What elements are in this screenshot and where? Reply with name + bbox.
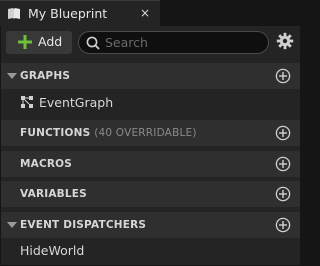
close-icon[interactable]: × xyxy=(138,5,152,21)
category-macros[interactable]: MACROS xyxy=(1,151,300,177)
list-item-label: EventGraph xyxy=(39,95,114,110)
tab-my-blueprint[interactable]: My Blueprint × xyxy=(0,0,160,26)
search-icon xyxy=(86,36,100,50)
gear-icon[interactable] xyxy=(276,32,294,50)
category-title: MACROS xyxy=(20,158,73,170)
my-blueprint-panel: Add GRAPHS xyxy=(1,26,300,265)
add-event-dispatcher-icon[interactable] xyxy=(275,217,291,233)
list-item-eventgraph[interactable]: EventGraph xyxy=(1,91,300,115)
search-box[interactable] xyxy=(78,31,269,54)
add-variable-icon[interactable] xyxy=(275,186,291,202)
category-title: EVENT DISPATCHERS xyxy=(20,219,147,231)
add-function-icon[interactable] xyxy=(275,125,291,141)
plus-icon xyxy=(18,35,32,49)
category-graphs[interactable]: GRAPHS xyxy=(1,63,300,89)
expand-arrow-icon[interactable] xyxy=(7,222,17,228)
toolbar: Add xyxy=(1,26,300,58)
category-functions[interactable]: FUNCTIONS (40 OVERRIDABLE) xyxy=(1,120,300,146)
expand-arrow-icon[interactable] xyxy=(7,73,17,79)
category-title: FUNCTIONS (40 OVERRIDABLE) xyxy=(20,127,197,139)
list-item-hideworld[interactable]: HideWorld xyxy=(1,239,300,263)
category-title: VARIABLES xyxy=(20,188,87,200)
add-graph-icon[interactable] xyxy=(275,68,291,84)
add-button-label: Add xyxy=(38,34,63,49)
tab-title: My Blueprint xyxy=(28,6,108,21)
list-item-label: HideWorld xyxy=(20,243,85,258)
add-macro-icon[interactable] xyxy=(275,156,291,172)
category-event-dispatchers[interactable]: EVENT DISPATCHERS xyxy=(1,212,300,238)
category-title: GRAPHS xyxy=(20,70,71,82)
add-button[interactable]: Add xyxy=(6,31,72,54)
category-subtitle: (40 OVERRIDABLE) xyxy=(94,127,197,139)
category-variables[interactable]: VARIABLES xyxy=(1,181,300,207)
tab-strip: My Blueprint × xyxy=(0,0,301,26)
graph-nodes-icon xyxy=(21,96,33,108)
book-icon xyxy=(8,8,20,19)
search-input[interactable] xyxy=(105,34,255,51)
